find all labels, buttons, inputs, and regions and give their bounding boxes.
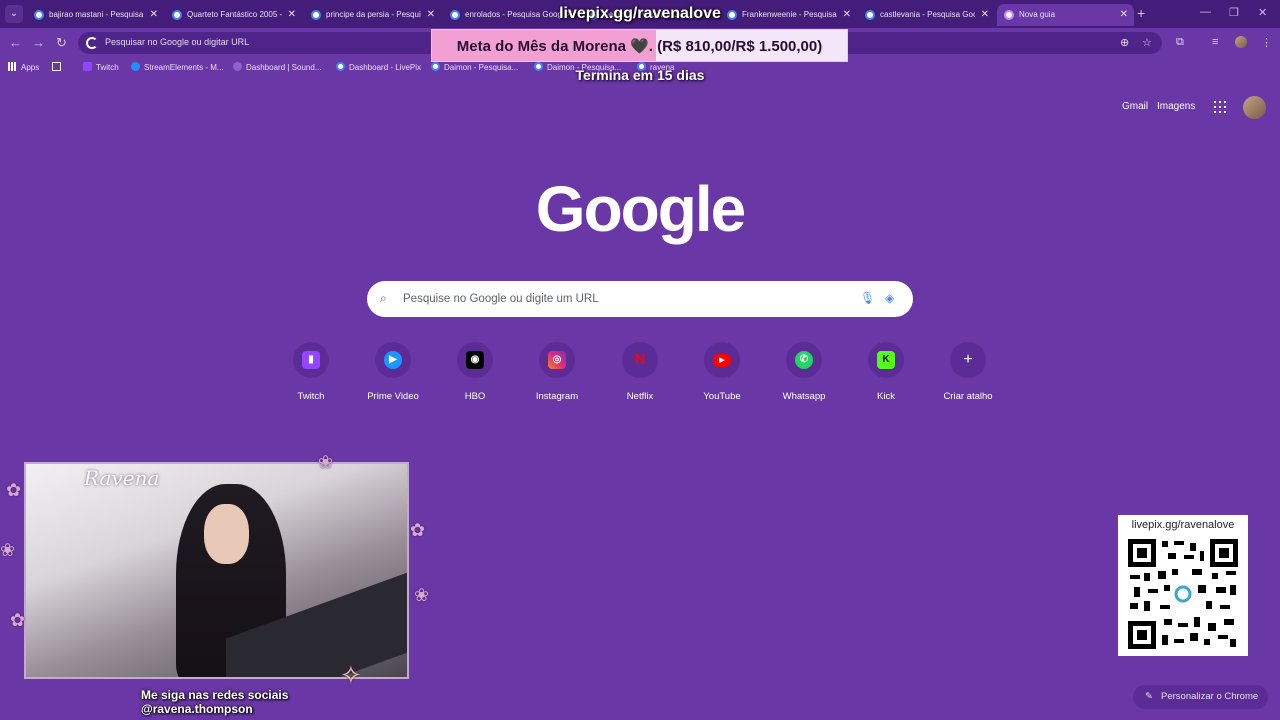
- shortcut-tile: ▶: [375, 342, 411, 378]
- kick-icon: K: [877, 351, 895, 369]
- shortcut-label: Whatsapp: [782, 391, 826, 402]
- shortcut-tile: ◉: [457, 342, 493, 378]
- shortcut-tile: ▮: [293, 342, 329, 378]
- flower-decoration-icon: ❀: [318, 452, 334, 472]
- shortcut-label: Criar atalho: [943, 391, 993, 402]
- plus-icon: +: [963, 351, 973, 368]
- microphone-icon[interactable]: 🎙: [860, 291, 875, 305]
- shortcut-twitch[interactable]: ▮ Twitch: [271, 342, 351, 402]
- shortcut-kick[interactable]: K Kick: [846, 342, 926, 402]
- shortcut-label: Instagram: [535, 391, 579, 402]
- shortcut-tile: ◎: [539, 342, 575, 378]
- account-avatar[interactable]: [1243, 96, 1266, 119]
- shortcut-label: Prime Video: [367, 391, 419, 402]
- search-icon: ⌕: [380, 291, 387, 305]
- qr-code-icon: [1128, 539, 1238, 649]
- webcam-title: Ravena: [84, 466, 160, 490]
- back-icon[interactable]: ←: [9, 35, 22, 50]
- netflix-icon: N: [634, 351, 646, 368]
- gmail-link[interactable]: Gmail: [1122, 101, 1148, 112]
- address-placeholder: Pesquisar no Google ou digitar URL: [105, 37, 250, 47]
- media-controls-icon[interactable]: ≡: [1212, 36, 1218, 48]
- shortcut-tile: K: [868, 342, 904, 378]
- google-logo: Google: [535, 173, 746, 245]
- youtube-icon: ▶: [713, 354, 731, 367]
- shortcut-label: Kick: [877, 391, 895, 402]
- shortcut-tile: ✆: [786, 342, 822, 378]
- twitch-icon: ▮: [302, 351, 320, 369]
- shortcut-instagram[interactable]: ◎ Instagram: [517, 342, 597, 402]
- shortcut-tile: N: [622, 342, 658, 378]
- shortcut-label: YouTube: [703, 391, 741, 402]
- shortcut-tile: +: [950, 342, 986, 378]
- google-g-icon: [86, 37, 98, 49]
- flower-decoration-icon: ❀: [0, 540, 16, 560]
- zoom-icon[interactable]: ⊕: [1120, 36, 1129, 49]
- shortcut-add[interactable]: + Criar atalho: [928, 342, 1008, 402]
- goal-deadline: Termina em 15 dias: [575, 67, 705, 83]
- qr-title: livepix.gg/ravenalove: [1131, 519, 1235, 531]
- fairy-icon: ✧: [340, 660, 362, 690]
- shortcut-tile: ▶: [704, 342, 740, 378]
- customize-label: Personalizar o Chrome: [1161, 691, 1259, 702]
- search-input[interactable]: [403, 290, 843, 308]
- images-link[interactable]: Imagens: [1157, 101, 1195, 112]
- prime-video-icon: ▶: [384, 351, 402, 369]
- pencil-icon: ✎: [1145, 691, 1153, 702]
- shortcut-prime-video[interactable]: ▶ Prime Video: [353, 342, 433, 402]
- follow-line-1: Me siga nas redes sociais: [141, 688, 289, 702]
- profile-avatar[interactable]: [1235, 36, 1247, 48]
- flower-decoration-icon: ✿: [6, 480, 22, 500]
- flower-decoration-icon: ✿: [410, 520, 426, 540]
- flower-decoration-icon: ❀: [414, 585, 430, 605]
- donation-goal-bar: Meta do Mês da Morena 🖤. (R$ 810,00/R$ 1…: [431, 29, 848, 62]
- menu-dots-icon[interactable]: ⋮: [1261, 36, 1272, 49]
- customize-chrome-button[interactable]: ✎ Personalizar o Chrome: [1133, 685, 1268, 709]
- search-box[interactable]: ⌕ 🎙 ◈: [367, 281, 913, 317]
- social-follow-caption: Me siga nas redes sociais @ravena.thomps…: [141, 688, 288, 716]
- shortcut-netflix[interactable]: N Netflix: [600, 342, 680, 402]
- shortcut-whatsapp[interactable]: ✆ Whatsapp: [764, 342, 844, 402]
- google-apps-icon[interactable]: [1214, 101, 1226, 113]
- google-lens-icon[interactable]: ◈: [885, 291, 894, 305]
- hbo-icon: ◉: [466, 351, 484, 369]
- forward-icon[interactable]: →: [32, 35, 45, 50]
- extensions-icon[interactable]: ⧉: [1176, 36, 1184, 49]
- livepix-qr-panel: livepix.gg/ravenalove: [1118, 515, 1248, 656]
- instagram-icon: ◎: [548, 351, 566, 369]
- streamer-face: [204, 504, 249, 564]
- livepix-url-overlay: livepix.gg/ravenalove: [559, 5, 721, 22]
- shortcut-youtube[interactable]: ▶ YouTube: [682, 342, 762, 402]
- bookmark-star-icon[interactable]: ☆: [1142, 36, 1152, 49]
- shortcut-label: Twitch: [297, 391, 325, 402]
- flower-decoration-icon: ✿: [10, 610, 26, 630]
- shortcut-label: HBO: [464, 391, 486, 402]
- shortcut-label: Netflix: [626, 391, 654, 402]
- goal-text: Meta do Mês da Morena 🖤. (R$ 810,00/R$ 1…: [456, 38, 823, 55]
- follow-line-2: @ravena.thompson: [141, 702, 253, 716]
- reload-icon[interactable]: ↻: [56, 35, 67, 51]
- whatsapp-icon: ✆: [795, 351, 813, 369]
- webcam-feed: Ravena: [24, 462, 409, 679]
- shortcut-hbo[interactable]: ◉ HBO: [435, 342, 515, 402]
